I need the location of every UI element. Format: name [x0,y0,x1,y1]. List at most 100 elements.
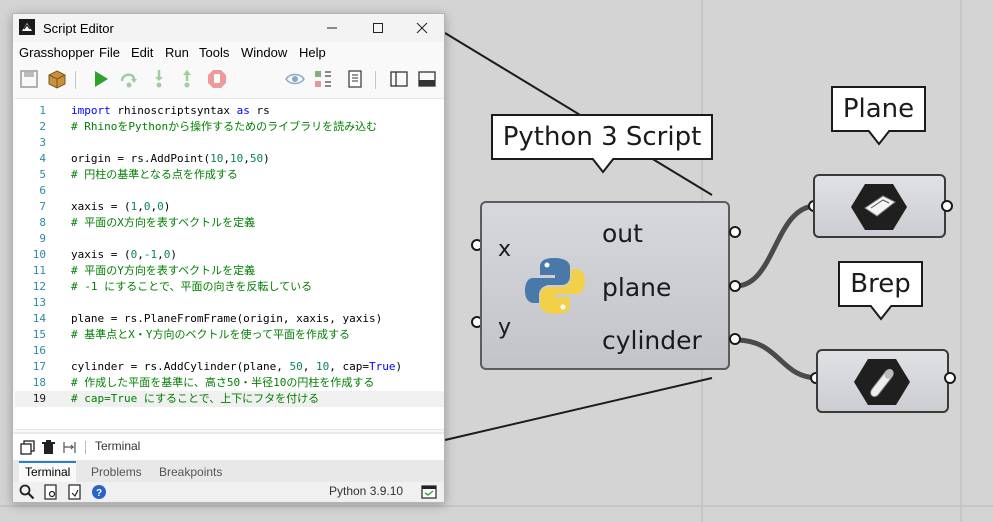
code-text: # 基準点とX・Y方向のベクトルを使って平面を作成する [71,327,350,343]
code-statement: plane = rs.PlaneFromFrame(origin, xaxis,… [71,312,383,325]
menu-window[interactable]: Window [241,45,287,60]
code-line[interactable]: 3 [15,135,444,151]
help-icon[interactable]: ? [91,484,107,500]
code-line[interactable]: 15 # 基準点とX・Y方向のベクトルを使って平面を作成する [15,327,444,343]
copy-icon[interactable] [20,440,35,455]
output-port-cylinder[interactable] [729,333,741,345]
code-statement: cylinder = rs.AddCylinder(plane, 50, 10,… [71,360,403,373]
file-search-icon[interactable] [43,484,59,500]
tab-problems[interactable]: Problems [85,463,148,482]
code-line[interactable]: 14 plane = rs.PlaneFromFrame(origin, xaxi… [15,311,444,327]
code-line[interactable]: 2 # RhinoをPythonから操作するためのライブラリを読み込む [15,119,444,135]
close-button[interactable] [399,14,445,42]
output-port-out[interactable] [729,226,741,238]
line-number: 13 [32,296,46,309]
compare-button[interactable] [311,67,335,91]
output-port-plane[interactable] [729,280,741,292]
code-line[interactable]: 17 cylinder = rs.AddCylinder(plane, 50, 1… [15,359,444,375]
tab-terminal[interactable]: Terminal [19,461,77,482]
minimize-button[interactable] [309,14,355,42]
code-comment: # 作成した平面を基準に、高さ50・半径10の円柱を作成する [71,376,375,389]
bottom-tabs: Terminal Problems Breakpoints [13,460,444,482]
plane-output-port[interactable] [941,200,953,212]
menu-grasshopper[interactable]: Grasshopper [19,45,94,60]
window-title: Script Editor [43,21,114,36]
status-bar: ? Python 3.9.10 [13,482,444,502]
code-line[interactable]: 8 # 平面のX方向を表すベクトルを定義 [15,215,444,231]
menu-run[interactable]: Run [165,45,189,60]
package-icon [48,70,66,89]
toolbar-separator [375,71,376,89]
eye-icon [285,73,305,85]
line-number: 4 [39,152,46,165]
code-text: origin = rs.AddPoint(10,10,50) [71,151,270,167]
code-text: # -1 にすることで、平面の向きを反転している [71,279,312,295]
menu-file[interactable]: File [99,45,120,60]
line-number: 7 [39,200,46,213]
maximize-button[interactable] [355,14,401,42]
code-line[interactable]: 19 # cap=True にすることで、上下にフタを付ける [15,391,444,407]
menu-tools[interactable]: Tools [199,45,229,60]
plane-parameter[interactable] [813,174,946,238]
plane-icon [851,184,907,230]
code-text: plane = rs.PlaneFromFrame(origin, xaxis,… [71,311,382,327]
line-number: 16 [32,344,46,357]
interpreter-icon[interactable] [421,484,437,500]
word-wrap-icon[interactable] [62,440,77,455]
code-line[interactable]: 9 [15,231,444,247]
code-line[interactable]: 4 origin = rs.AddPoint(10,10,50) [15,151,444,167]
code-editor[interactable]: 1 import rhinoscriptsyntax as rs 2 # Rhinoを… [15,98,444,430]
code-line[interactable]: 5 # 円柱の基準となる点を作成する [15,167,444,183]
code-text: # RhinoをPythonから操作するためのライブラリを読み込む [71,119,377,135]
toggle-panel-button[interactable] [415,67,439,91]
toolbar [13,64,444,96]
code-line[interactable]: 18 # 作成した平面を基準に、高さ50・半径10の円柱を作成する [15,375,444,391]
step-into-icon [155,70,163,88]
code-text: # 作成した平面を基準に、高さ50・半径10の円柱を作成する [71,375,374,391]
menu-edit[interactable]: Edit [131,45,153,60]
close-icon [416,22,428,34]
input-label-y: y [498,315,512,340]
stop-button[interactable] [205,67,229,91]
line-number: 19 [32,392,46,405]
file-code-icon[interactable] [67,484,83,500]
code-text: xaxis = (1,0,0) [71,199,170,215]
brep-output-port[interactable] [944,372,956,384]
step-over-button[interactable] [117,67,141,91]
code-line[interactable]: 13 [15,295,444,311]
code-line[interactable]: 10 yaxis = (0,-1,0) [15,247,444,263]
code-line[interactable]: 6 [15,183,444,199]
step-into-button[interactable] [147,67,171,91]
code-line[interactable]: 11 # 平面のY方向を表すベクトルを定義 [15,263,444,279]
code-statement: xaxis = (1,0,0) [71,200,171,213]
zoom-line-bottom [444,377,713,441]
brep-cylinder-icon [854,359,910,405]
tab-breakpoints[interactable]: Breakpoints [153,463,228,482]
run-button[interactable] [89,67,113,91]
code-line[interactable]: 16 [15,343,444,359]
code-comment: # cap=True にすることで、上下にフタを付ける [71,392,320,405]
code-line[interactable]: 12 # -1 にすることで、平面の向きを反転している [15,279,444,295]
title-bar[interactable]: Script Editor [13,14,444,42]
package-button[interactable] [45,67,69,91]
step-out-button[interactable] [175,67,199,91]
minimize-icon [327,27,337,29]
search-icon[interactable] [19,484,35,500]
brep-parameter[interactable] [816,349,949,413]
code-line[interactable]: 7 xaxis = (1,0,0) [15,199,444,215]
code-line[interactable]: 1 import rhinoscriptsyntax as rs [15,103,444,119]
document-button[interactable] [343,67,367,91]
line-number: 3 [39,136,46,149]
toggle-sidebar-button[interactable] [387,67,411,91]
plane-tag-pointer [867,130,891,146]
script-editor-window[interactable]: Script Editor Grasshopper File Edit Run … [12,13,445,503]
preview-button[interactable] [283,67,307,91]
save-button[interactable] [17,67,41,91]
terminal-label: Terminal [95,439,141,453]
line-number: 14 [32,312,46,325]
trash-icon[interactable] [41,440,56,455]
line-number: 11 [32,264,46,277]
menu-help[interactable]: Help [299,45,326,60]
python-script-component[interactable]: x y out plane cylinder [480,201,730,370]
terminal-separator [85,441,86,454]
